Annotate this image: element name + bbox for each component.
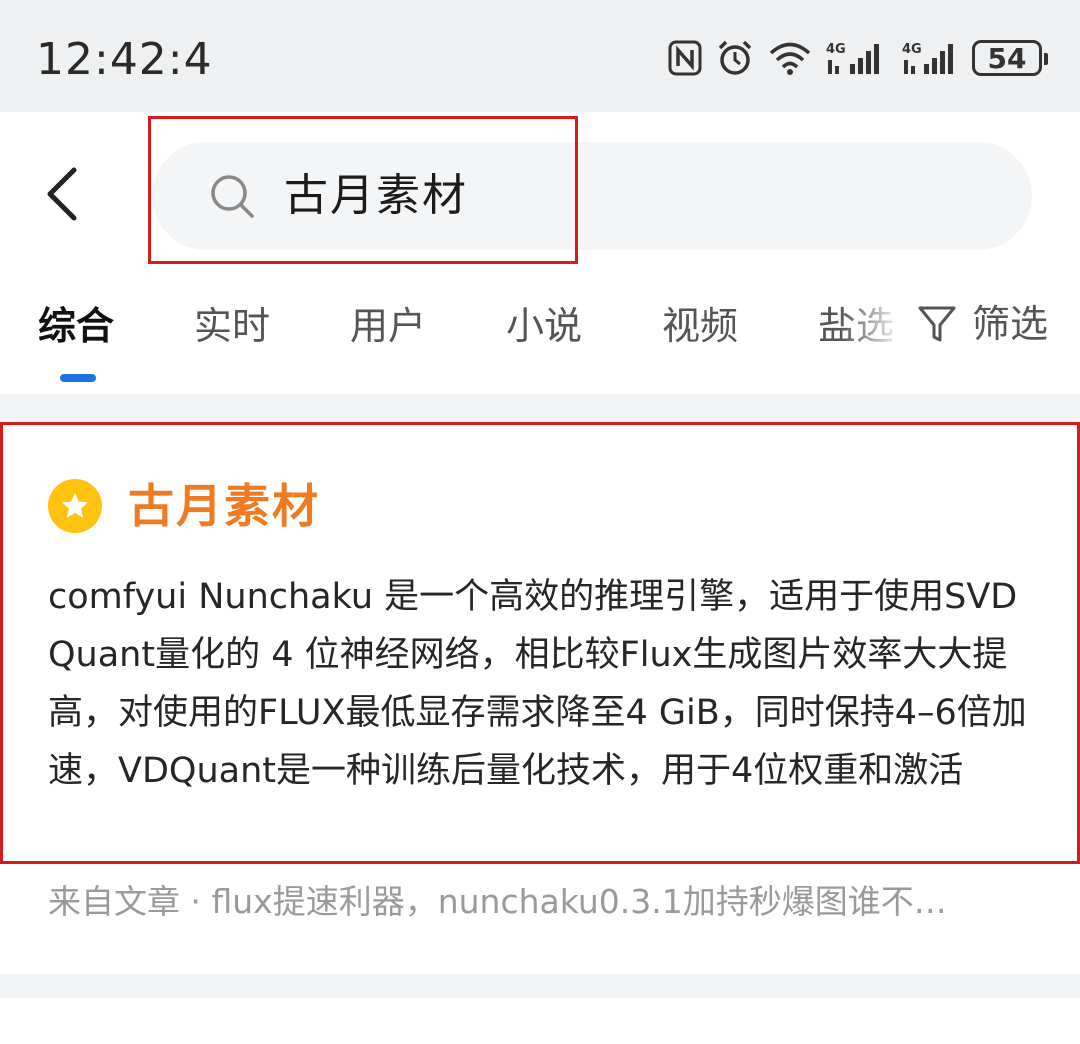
next-result-area bbox=[0, 998, 1080, 1044]
star-icon bbox=[48, 479, 102, 533]
search-header: 古月素材 bbox=[0, 112, 1080, 282]
filter-button[interactable]: 筛选 bbox=[909, 300, 1048, 348]
nfc-icon bbox=[668, 40, 702, 76]
svg-text:4G: 4G bbox=[826, 42, 846, 57]
tab-novels[interactable]: 小说 bbox=[506, 302, 582, 350]
result-body: comfyui Nunchaku 是一个高效的推理引擎，适用于使用SVDQuan… bbox=[48, 577, 1027, 791]
tab-videos[interactable]: 视频 bbox=[662, 302, 738, 350]
result-title[interactable]: 古月素材 bbox=[128, 478, 320, 534]
tab-users[interactable]: 用户 bbox=[350, 302, 426, 350]
filter-icon bbox=[918, 306, 956, 342]
chevron-left-icon bbox=[47, 167, 77, 221]
tab-fade bbox=[840, 292, 920, 362]
signal-4g-icon: 4G bbox=[826, 40, 888, 76]
section-divider bbox=[0, 394, 1080, 422]
result-source[interactable]: 来自文章 · flux提速利器，nunchaku0.3.1加持秒爆图谁不… bbox=[48, 878, 1038, 926]
wifi-icon bbox=[768, 40, 812, 76]
result-card[interactable]: 古月素材 comfyui Nunchaku 是一个高效的推理引擎，适用于使用SV… bbox=[0, 422, 1080, 974]
signal-4g-icon-2: 4G bbox=[902, 40, 958, 76]
active-tab-indicator bbox=[60, 374, 96, 382]
search-input[interactable]: 古月素材 bbox=[152, 142, 1032, 250]
tab-realtime[interactable]: 实时 bbox=[194, 302, 270, 350]
bottom-divider bbox=[0, 974, 1080, 998]
result-title-row: 古月素材 bbox=[48, 478, 320, 534]
tab-comprehensive[interactable]: 综合 bbox=[38, 302, 114, 350]
alarm-icon bbox=[716, 39, 754, 77]
svg-text:4G: 4G bbox=[902, 42, 922, 57]
status-icons: 4G 4G 54 bbox=[668, 36, 1048, 80]
back-button[interactable] bbox=[30, 162, 94, 226]
search-query: 古月素材 bbox=[284, 170, 468, 221]
status-time: 12:42:4 bbox=[36, 34, 213, 85]
battery-indicator: 54 bbox=[972, 40, 1048, 76]
status-bar: 12:42:4 4G 4G 54 bbox=[0, 0, 1080, 112]
tab-bar: 综合 实时 用户 小说 视频 盐选 筛选 bbox=[0, 282, 1080, 394]
search-icon bbox=[211, 175, 254, 218]
filter-label: 筛选 bbox=[971, 302, 1048, 346]
